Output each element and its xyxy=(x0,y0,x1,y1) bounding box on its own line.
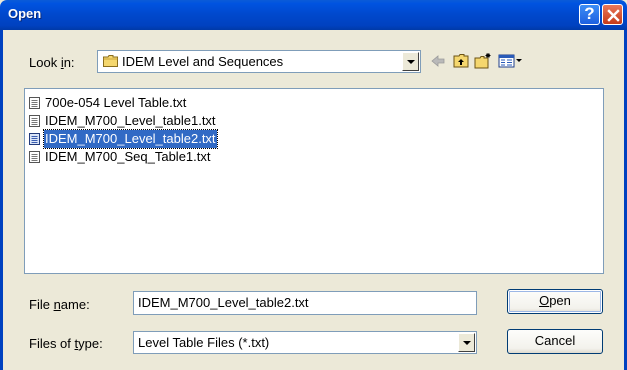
text-file-icon xyxy=(29,133,40,145)
file-name-label: 700e-054 Level Table.txt xyxy=(45,95,187,110)
file-type-label: Files of type: xyxy=(29,336,103,351)
file-name-label: IDEM_M700_Level_table2.txt xyxy=(43,129,218,149)
file-type-value: Level Table Files (*.txt) xyxy=(138,335,270,350)
file-name-label: IDEM_M700_Seq_Table1.txt xyxy=(45,149,211,164)
file-name-label: File name: xyxy=(29,297,90,312)
close-icon xyxy=(607,9,620,22)
file-name-value: IDEM_M700_Level_table2.txt xyxy=(138,295,309,310)
look-in-value: IDEM Level and Sequences xyxy=(122,54,284,69)
dialog-title: Open xyxy=(8,6,42,21)
window-frame-left xyxy=(0,30,3,370)
open-button[interactable]: Open xyxy=(507,289,603,314)
look-in-label: Look in: xyxy=(29,55,75,70)
up-folder-icon[interactable] xyxy=(452,52,470,70)
new-folder-icon[interactable] xyxy=(474,52,492,70)
view-menu-icon[interactable] xyxy=(498,52,524,70)
file-type-dropdown[interactable]: Level Table Files (*.txt) xyxy=(133,331,477,354)
chevron-down-icon[interactable] xyxy=(402,52,419,71)
back-arrow-icon[interactable] xyxy=(429,52,447,70)
cancel-button[interactable]: Cancel xyxy=(507,329,603,354)
file-name-field[interactable]: IDEM_M700_Level_table2.txt xyxy=(133,291,477,315)
file-list[interactable]: 700e-054 Level Table.txt IDEM_M700_Level… xyxy=(24,88,604,274)
text-file-icon xyxy=(29,115,40,127)
look-in-dropdown[interactable]: IDEM Level and Sequences xyxy=(97,50,421,73)
help-button[interactable]: ? xyxy=(579,4,600,25)
text-file-icon xyxy=(29,97,40,109)
text-file-icon xyxy=(29,151,40,163)
folder-icon xyxy=(103,55,118,67)
help-icon: ? xyxy=(584,4,595,23)
title-bar[interactable]: Open ? xyxy=(0,0,627,30)
close-button[interactable] xyxy=(602,4,623,25)
file-name-label: IDEM_M700_Level_table1.txt xyxy=(45,113,216,128)
chevron-down-icon[interactable] xyxy=(458,333,475,352)
open-dialog: Open ? Look in: IDEM Level and Sequences xyxy=(0,0,627,370)
